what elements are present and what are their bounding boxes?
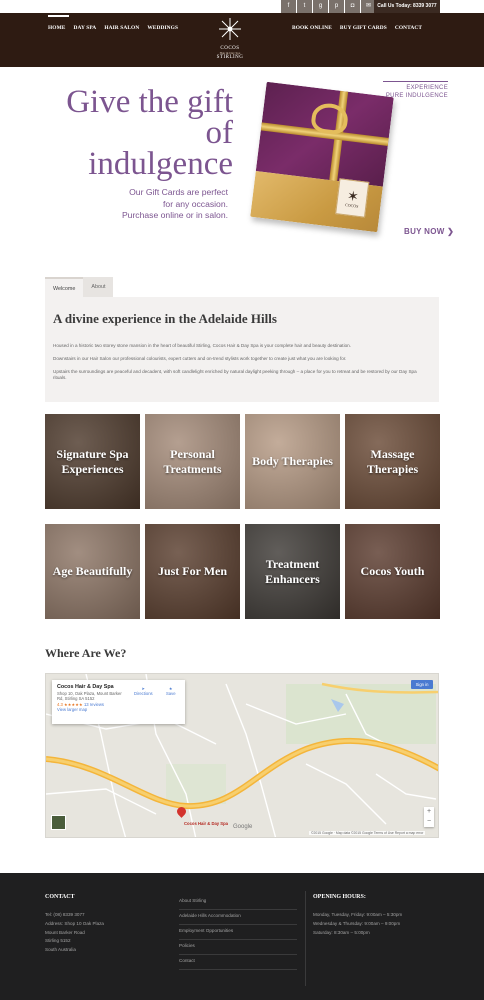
tile-label: Massage Therapies bbox=[366, 446, 419, 476]
footer-contact-title: CONTACT bbox=[45, 894, 75, 900]
tile-label: Age Beautifully bbox=[52, 564, 133, 578]
tile-personal-treatments[interactable]: Personal Treatments bbox=[145, 414, 240, 509]
tile-label: Treatment Enhancers bbox=[265, 556, 320, 586]
tile-massage-therapies[interactable]: Massage Therapies bbox=[345, 414, 440, 509]
tile-age-beautifully[interactable]: Age Beautifully bbox=[45, 524, 140, 619]
hours-line: Wednesday & Thursday: 9:00am – 9:00pm bbox=[313, 920, 401, 926]
phone-link[interactable]: Call Us Today: 8339 3077 bbox=[374, 0, 440, 13]
tile-label: Personal Treatments bbox=[163, 446, 222, 476]
site-footer: CONTACT Tel: (08) 8339 3077 Address: Sho… bbox=[0, 873, 484, 1000]
save-label: Save bbox=[166, 691, 176, 696]
footer-contact-details: Tel: (08) 8339 3077 Address: Shop 10 Oak… bbox=[45, 911, 104, 955]
tab-welcome[interactable]: Welcome bbox=[45, 277, 84, 297]
welcome-paragraph: Housed in a historic two storey stone ma… bbox=[53, 343, 351, 348]
tile-label: Signature Spa Experiences bbox=[56, 446, 129, 476]
google-logo: Google bbox=[233, 824, 253, 830]
footer-link-about-stirling[interactable]: About Stirling bbox=[179, 895, 297, 910]
gift-card-badge: ✶ COCOS bbox=[335, 178, 370, 218]
tile-just-for-men[interactable]: Just For Men bbox=[145, 524, 240, 619]
gift-card-label: COCOS bbox=[344, 201, 359, 209]
tile-label: Body Therapies bbox=[252, 454, 333, 468]
hours-line: Monday, Tuesday, Friday: 9:00am – 5:30pm bbox=[313, 912, 403, 917]
view-larger-map-link[interactable]: View larger map bbox=[57, 707, 180, 712]
tab-about[interactable]: About bbox=[83, 277, 114, 297]
tile-label: Cocos Youth bbox=[360, 564, 425, 578]
google-plus-icon[interactable]: g bbox=[313, 0, 328, 13]
footer-hours-title: OPENING HOURS: bbox=[313, 894, 366, 900]
place-address: Shop 10, Oak Plaza, Mount Barker Rd, Sti… bbox=[57, 691, 122, 702]
hours-line: Saturday: 8:30am – 5:00pm bbox=[313, 929, 370, 935]
contact-line: Address: Shop 10 Oak Plaza bbox=[45, 920, 104, 926]
welcome-panel: A divine experience in the Adelaide Hill… bbox=[45, 297, 439, 402]
twitter-icon[interactable]: t bbox=[297, 0, 312, 13]
marker-label: Cocos Hair & Day Spa bbox=[184, 821, 228, 826]
hero-subtitle-line: for any occasion. bbox=[163, 198, 228, 209]
gift-card-hero: Give the gift of indulgence Our Gift Car… bbox=[0, 67, 484, 263]
footer-links: About Stirling Adelaide Hills Accommodat… bbox=[179, 895, 297, 970]
welcome-paragraph: Upstairs the surroundings are peaceful a… bbox=[53, 369, 417, 380]
contact-line: Stirling 5152 bbox=[45, 938, 71, 944]
sign-in-button[interactable]: Sign in bbox=[411, 680, 433, 689]
directions-label: Directions bbox=[134, 691, 153, 696]
welcome-paragraph: Downstairs in our Hair Salon our profess… bbox=[53, 356, 347, 361]
star-icon: ✶ bbox=[346, 186, 360, 205]
zoom-out-button[interactable]: − bbox=[424, 817, 434, 827]
nav-book-online[interactable]: BOOK ONLINE bbox=[292, 25, 332, 31]
main-nav-left: HOME DAY SPA HAIR SALON WEDDINGS bbox=[48, 15, 186, 31]
content-tabs: Welcome About bbox=[45, 277, 114, 297]
nav-buy-gift-cards[interactable]: BUY GIFT CARDS bbox=[340, 25, 387, 31]
place-info-card: Cocos Hair & Day Spa Shop 10, Oak Plaza,… bbox=[52, 680, 185, 724]
tile-signature-spa[interactable]: Signature Spa Experiences bbox=[45, 414, 140, 509]
tile-cocos-youth[interactable]: Cocos Youth bbox=[345, 524, 440, 619]
map-heading: Where Are We? bbox=[45, 646, 127, 660]
tile-treatment-enhancers[interactable]: Treatment Enhancers bbox=[245, 524, 340, 619]
hero-subtitle-line: Purchase online or in salon. bbox=[121, 210, 228, 220]
footer-divider bbox=[305, 891, 306, 986]
zoom-in-button[interactable]: + bbox=[424, 807, 434, 817]
buy-now-link[interactable]: BUY NOW ❯ bbox=[404, 227, 454, 236]
nav-weddings[interactable]: WEDDINGS bbox=[147, 25, 178, 31]
place-name: Cocos Hair & Day Spa bbox=[57, 684, 114, 690]
hero-title: Give the gift of indulgence bbox=[66, 84, 233, 182]
directions-button[interactable]: ➤ Directions bbox=[134, 686, 153, 696]
facebook-icon[interactable]: f bbox=[281, 0, 296, 13]
tile-label: Just For Men bbox=[157, 564, 228, 578]
hero-tagline: EXPERIENCE PURE INDULGENCE bbox=[383, 81, 448, 100]
nav-contact[interactable]: CONTACT bbox=[395, 25, 422, 31]
logo-place: STIRLING bbox=[216, 55, 244, 60]
tile-body-therapies[interactable]: Body Therapies bbox=[245, 414, 340, 509]
nav-day-spa[interactable]: DAY SPA bbox=[73, 25, 96, 31]
site-header: HOME DAY SPA HAIR SALON WEDDINGS COCOS H… bbox=[0, 13, 484, 67]
hero-subtitle-line: Our Gift Cards are perfect bbox=[129, 187, 228, 197]
top-utility-bar: f t g p ◘ ✉ Call Us Today: 8339 3077 bbox=[0, 0, 484, 13]
instagram-icon[interactable]: ◘ bbox=[345, 0, 360, 13]
pinterest-icon[interactable]: p bbox=[329, 0, 344, 13]
main-nav-right: BOOK ONLINE BUY GIFT CARDS CONTACT bbox=[292, 25, 430, 31]
footer-link-accommodation[interactable]: Adelaide Hills Accommodation bbox=[179, 910, 297, 925]
save-button[interactable]: ★ Save bbox=[166, 686, 176, 696]
site-logo[interactable]: COCOS Hair & Day Spa STIRLING bbox=[216, 17, 244, 65]
footer-hours: Monday, Tuesday, Friday: 9:00am – 5:30pm… bbox=[313, 911, 402, 937]
welcome-heading: A divine experience in the Adelaide Hill… bbox=[53, 311, 277, 326]
contact-line: South Australia bbox=[45, 947, 76, 953]
nav-hair-salon[interactable]: HAIR SALON bbox=[104, 25, 139, 31]
gift-card-image[interactable]: ✶ COCOS bbox=[250, 81, 394, 233]
nav-home[interactable]: HOME bbox=[48, 15, 70, 31]
footer-link-policies[interactable]: Policies bbox=[179, 940, 297, 955]
hero-tagline-line: EXPERIENCE bbox=[406, 85, 448, 91]
social-links: f t g p ◘ ✉ bbox=[281, 0, 377, 13]
contact-line: Tel: (08) 8339 3077 bbox=[45, 912, 85, 917]
hero-tagline-line: PURE INDULGENCE bbox=[385, 93, 448, 99]
footer-link-contact[interactable]: Contact bbox=[179, 955, 297, 970]
satellite-toggle[interactable] bbox=[51, 815, 66, 830]
map-attribution: ©2015 Google · Map data ©2015 Google Ter… bbox=[309, 831, 426, 835]
zoom-controls: + − bbox=[424, 807, 434, 827]
hero-subtitle: Our Gift Cards are perfect for any occas… bbox=[100, 187, 228, 222]
contact-line: Mount Barker Road bbox=[45, 929, 85, 935]
google-map[interactable]: Cocos Hair & Day Spa Shop 10, Oak Plaza,… bbox=[45, 673, 439, 838]
footer-link-employment[interactable]: Employment Opportunities bbox=[179, 925, 297, 940]
star-logo-icon bbox=[219, 18, 241, 40]
